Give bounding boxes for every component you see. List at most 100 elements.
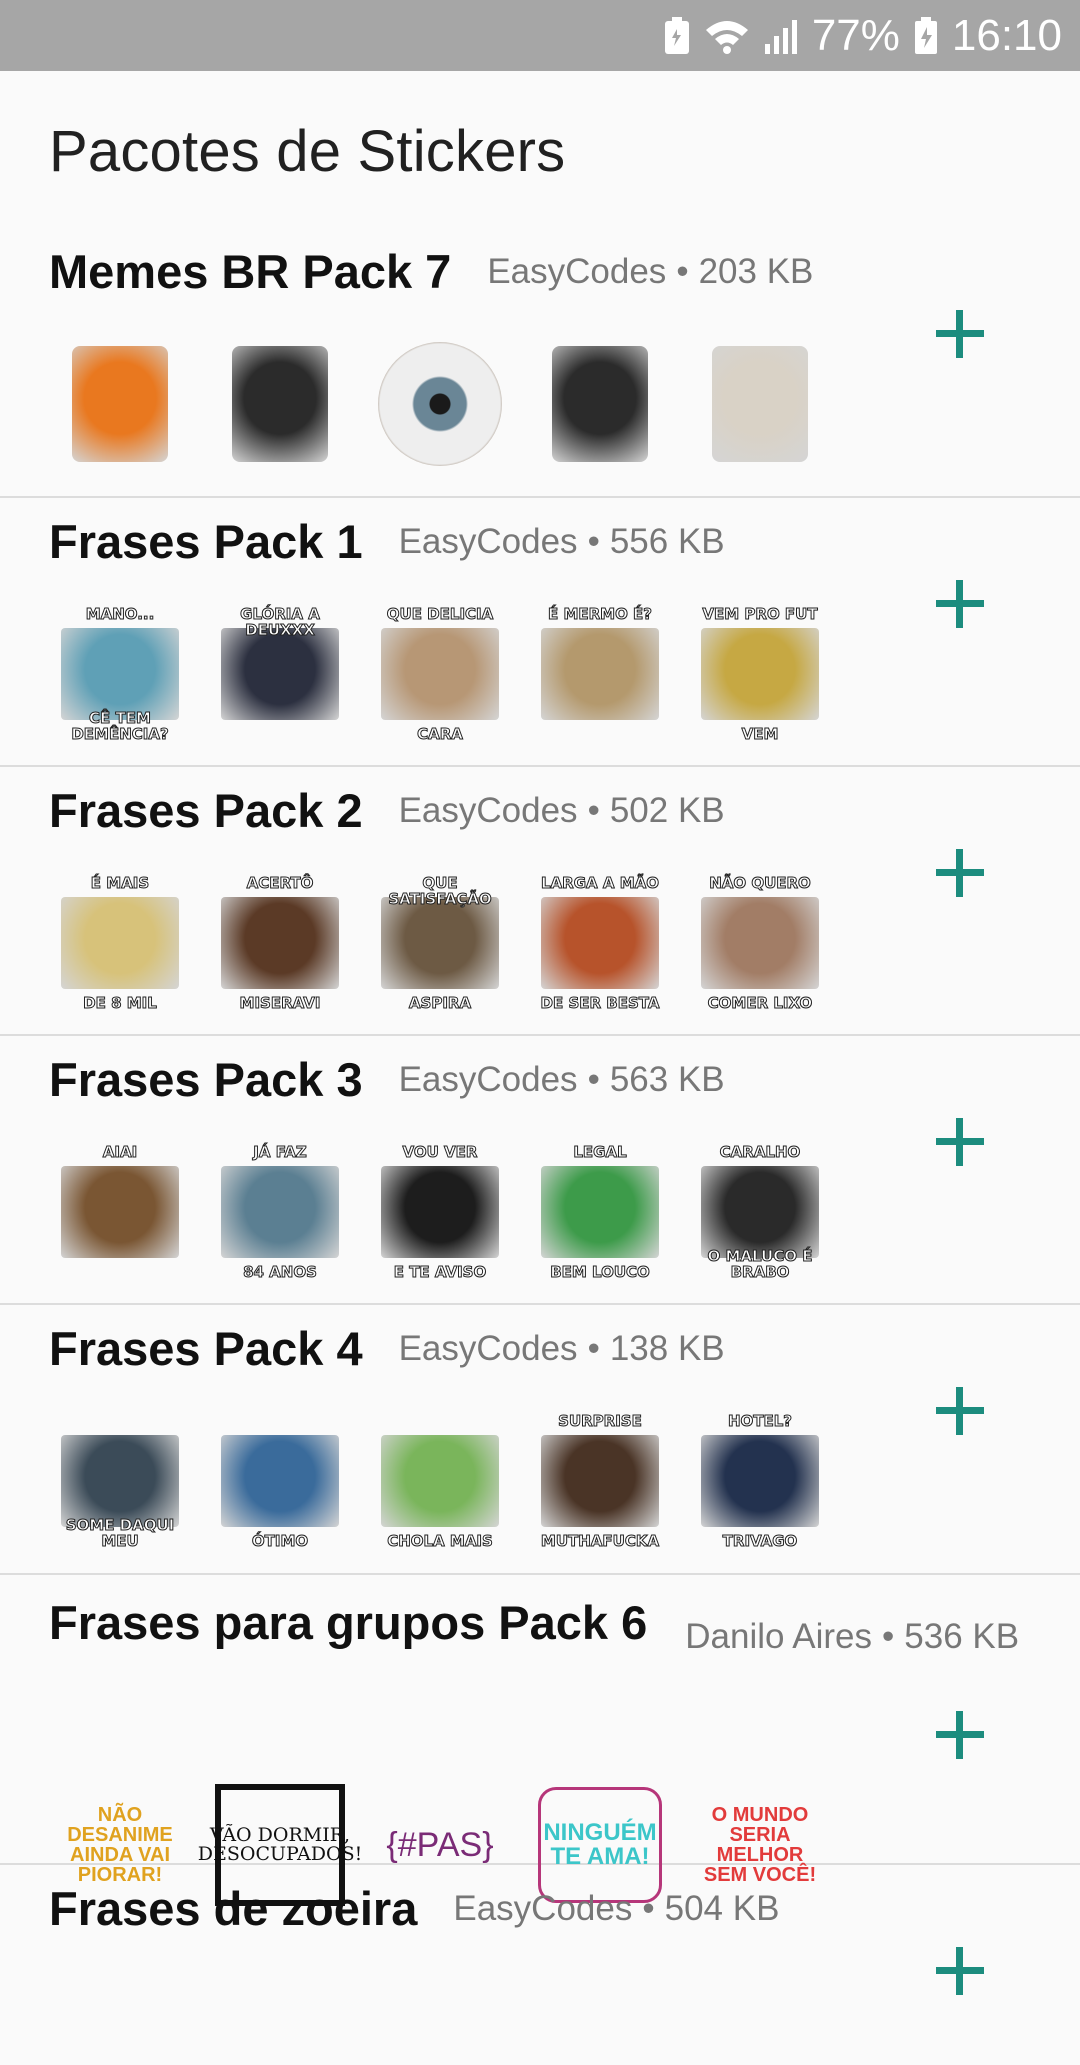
pack-header: Frases Pack 3 EasyCodes • 563 KB [49,1052,1009,1107]
sticker-caption-top: ACERTÔ [246,874,314,892]
sticker-image [381,1435,499,1527]
sticker-pack-row[interactable]: Frases para grupos Pack 6 Danilo Aires • 53… [0,1575,1080,1906]
sticker-caption-top: QUE SATISFAÇÃO [388,874,492,908]
pack-meta: EasyCodes • 138 KB [399,1329,725,1369]
add-pack-button[interactable] [930,843,990,903]
sticker-caption-bottom: O MALUCO É BRABO [707,1247,813,1281]
pack-name: Memes BR Pack 7 [49,245,452,298]
sticker-thumbnail: LARGA A MÃO DE SER BESTA [530,873,670,1013]
sticker-thumbnail: QUE DELICIA CARA [370,604,510,744]
add-pack-button[interactable] [930,574,990,634]
sticker-pack-row[interactable]: Memes BR Pack 7 EasyCodes • 203 KB [0,228,1080,498]
pack-name: Frases Pack 4 [49,1322,363,1375]
pack-meta: EasyCodes • 203 KB [487,252,813,292]
sticker-thumbnail: HOTEL? TRIVAGO [690,1411,830,1551]
sticker-caption-top: JÁ FAZ [253,1143,307,1161]
pack-name: Frases Pack 1 [49,515,363,568]
sticker-caption-top: LARGA A MÃO [541,874,660,892]
pack-size: 563 KB [609,1059,725,1099]
add-pack-button[interactable] [930,1705,990,1765]
pack-meta: EasyCodes • 556 KB [399,522,725,562]
sticker-thumbnail [690,334,830,474]
sticker-pack-row[interactable]: Frases Pack 2 EasyCodes • 502 KB É MAIS DE 8 … [0,767,1080,1036]
sticker-caption-top: QUE DELICIA [386,605,494,623]
pack-header: Frases Pack 2 EasyCodes • 502 KB [49,783,1009,838]
sticker-thumbnail: QUE SATISFAÇÃO ASPIRA [370,873,510,1013]
pack-header: Memes BR Pack 7 EasyCodes • 203 KB [49,244,1009,299]
pack-size: 536 KB [904,1617,1020,1656]
pack-size: 504 KB [664,1888,780,1928]
pack-size: 138 KB [609,1328,725,1368]
sticker-caption-bottom: MUTHAFUCKA [540,1532,660,1550]
pack-name: Frases Pack 3 [49,1053,363,1106]
separator-dot: • [587,790,600,830]
clock: 16:10 [951,10,1062,60]
sticker-thumbnail: LEGAL BEM LOUCO [530,1142,670,1282]
sticker-thumbnail [210,334,350,474]
sticker-pack-row[interactable]: Frases Pack 4 EasyCodes • 138 KB SOME DAQUI … [0,1305,1080,1575]
separator-dot: • [642,1888,655,1928]
sticker-image [221,1166,339,1258]
sticker-thumbnail: É MERMO É? [530,604,670,744]
pack-size: 556 KB [609,521,725,561]
pack-author: EasyCodes [398,521,578,561]
sticker-caption-bottom: COMER LIXO [707,994,813,1012]
sticker-thumbnail: GLÓRIA A DEUXXX [210,604,350,744]
sticker-caption-top: É MERMO É? [547,605,653,623]
sticker-image [221,628,339,720]
sticker-caption-top: GLÓRIA A DEUXXX [240,605,321,639]
signal-icon [764,18,798,54]
pack-meta: EasyCodes • 502 KB [399,791,725,831]
sticker-thumbnail: CHOLA MAIS [370,1411,510,1551]
sticker-pack-row[interactable]: Frases Pack 1 EasyCodes • 556 KB MANO... CÊ T… [0,498,1080,767]
sticker-caption-top: SURPRISE [558,1412,643,1430]
sticker-image [541,897,659,989]
sticker-preview-list: AIAI JÁ FAZ 84 ANOS VOU VER E TE AVISO LEGAL B… [50,1142,850,1282]
sticker-pack-row[interactable]: Frases Pack 3 EasyCodes • 563 KB AIAI JÁ FAZ 8… [0,1036,1080,1305]
sticker-preview-list: É MAIS DE 8 MIL ACERTÔ MISERAVI QUE SATISFAÇ… [50,873,850,1013]
sticker-caption-top: É MAIS [90,874,150,892]
add-pack-button[interactable] [930,1941,990,2001]
sticker-caption-bottom: 84 ANOS [243,1263,318,1281]
sticker-image [701,1435,819,1527]
pack-meta: Danilo Aires • 536 KB [685,1617,1020,1657]
sticker-caption-top: MANO... [85,605,155,623]
pack-size: 502 KB [609,790,725,830]
sticker-image [541,1166,659,1258]
battery-percent: 77% [811,10,900,60]
sticker-pack-row[interactable]: Frases de zoeira EasyCodes • 504 KB [0,1865,1080,2065]
sticker-preview-list [50,334,850,474]
pack-author: EasyCodes [398,790,578,830]
separator-dot: • [587,1059,600,1099]
separator-dot: • [587,1328,600,1368]
sticker-thumbnail [370,334,510,474]
battery-charging-icon [914,16,938,55]
sticker-caption-bottom: ASPIRA [408,994,472,1012]
sticker-thumbnail: ÓTIMO [210,1411,350,1551]
add-pack-button[interactable] [930,1381,990,1441]
sticker-thumbnail [530,334,670,474]
sticker-image [378,342,502,466]
add-pack-button[interactable] [930,1112,990,1172]
separator-dot: • [882,1617,895,1656]
sticker-image [232,346,328,462]
sticker-thumbnail: MANO... CÊ TEM DEMÊNCIA? [50,604,190,744]
sticker-image [61,897,179,989]
add-pack-button[interactable] [930,304,990,364]
sticker-caption-bottom: CHOLA MAIS [387,1532,494,1550]
pack-header: Frases Pack 4 EasyCodes • 138 KB [49,1321,1009,1376]
sticker-caption-top: VOU VER [402,1143,478,1161]
sticker-caption-bottom: CÊ TEM DEMÊNCIA? [71,709,169,743]
sticker-caption-bottom: MISERAVI [239,994,321,1012]
pack-author: EasyCodes [453,1888,633,1928]
sticker-caption-top: HOTEL? [727,1412,793,1430]
sticker-image [701,897,819,989]
pack-author: Danilo Aires [685,1617,873,1656]
sticker-image [381,1166,499,1258]
sticker-caption-bottom: DE 8 MIL [83,994,158,1012]
sticker-thumbnail: CARALHO O MALUCO É BRABO [690,1142,830,1282]
wifi-icon [704,18,750,54]
sticker-caption-top: LEGAL [573,1143,627,1161]
sticker-caption-top: VEM PRO FUT [702,605,818,623]
pack-author: EasyCodes [398,1059,578,1099]
